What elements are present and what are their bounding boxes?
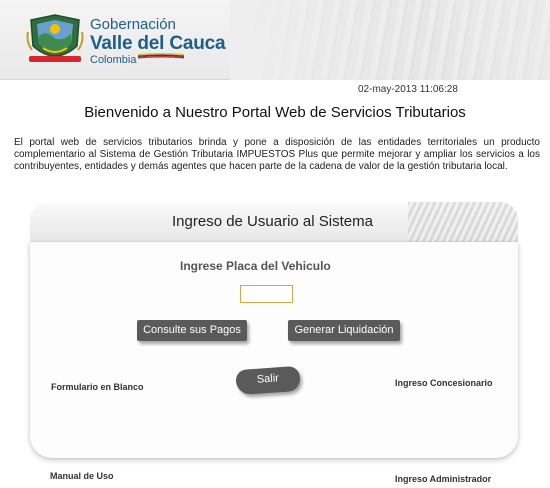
- header-banner: Gobernación Valle del Cauca Colombia: [0, 0, 550, 80]
- login-card-body: [30, 242, 518, 458]
- admin-login-link[interactable]: Ingreso Administrador: [395, 474, 491, 484]
- brand-line-valle: Valle del Cauca: [90, 33, 226, 54]
- brand-line-gobernacion: Gobernación: [90, 16, 176, 33]
- plate-input[interactable]: [240, 285, 293, 303]
- login-card-header: Ingreso de Usuario al Sistema: [30, 202, 518, 242]
- login-card: Ingreso de Usuario al Sistema: [30, 202, 518, 458]
- blank-form-link[interactable]: Formulario en Blanco: [51, 382, 144, 392]
- dealer-login-link[interactable]: Ingreso Concesionario: [395, 378, 493, 388]
- user-manual-link[interactable]: Manual de Uso: [50, 471, 114, 481]
- generate-liquidation-button[interactable]: Generar Liquidación: [288, 320, 400, 341]
- exit-button[interactable]: Salir: [235, 365, 301, 396]
- login-card-title: Ingreso de Usuario al Sistema: [172, 213, 373, 230]
- coat-of-arms-icon: [26, 14, 84, 62]
- plate-label: Ingrese Placa del Vehiculo: [180, 259, 331, 273]
- consult-payments-button[interactable]: Consulte sus Pagos: [137, 320, 247, 341]
- flag-swoosh-icon: [138, 53, 184, 59]
- current-datetime: 02-may-2013 11:06:28: [358, 84, 458, 95]
- intro-paragraph: El portal web de servicios tributarios b…: [14, 137, 540, 172]
- newspaper-decoration-image: [408, 202, 518, 242]
- page-title: Bienvenido a Nuestro Portal Web de Servi…: [84, 104, 466, 121]
